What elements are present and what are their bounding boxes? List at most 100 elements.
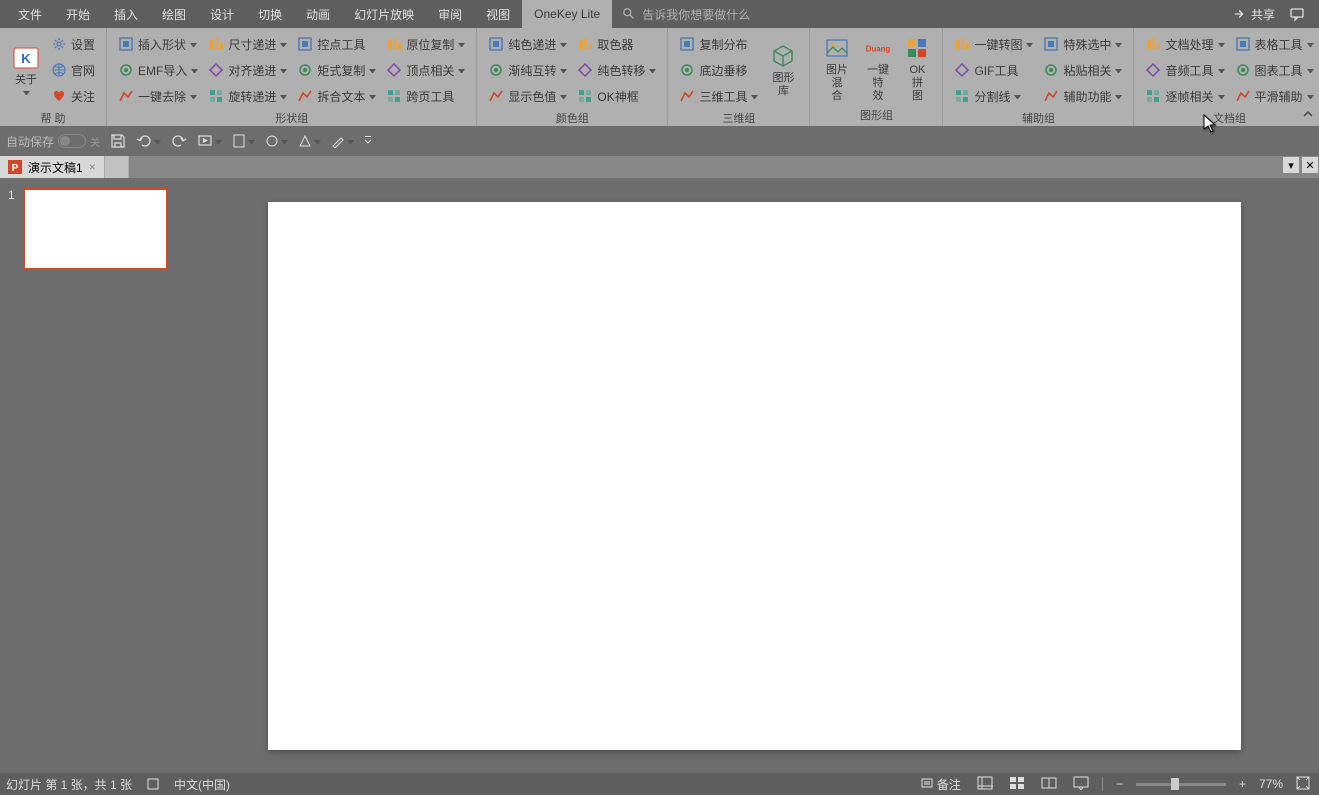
zoom-out-button[interactable]: − xyxy=(1113,777,1126,791)
tool-icon xyxy=(1043,88,1059,104)
tab-list-button[interactable]: ▾ xyxy=(1282,156,1300,174)
tool-icon xyxy=(386,36,402,52)
tool-icon xyxy=(297,88,313,104)
slider-thumb[interactable] xyxy=(1171,778,1179,790)
qat-tool-3[interactable] xyxy=(298,134,321,148)
ribbon-small-button[interactable]: 旋转递进 xyxy=(205,84,290,108)
ribbon-small-button[interactable]: 文档处理 xyxy=(1142,32,1227,56)
save-button[interactable] xyxy=(110,133,126,149)
ribbon-small-button[interactable]: 控点工具 xyxy=(294,32,379,56)
ribbon-small-button[interactable]: OK神框 xyxy=(574,84,659,108)
tab-transitions[interactable]: 切换 xyxy=(246,0,294,28)
autosave-toggle[interactable]: 自动保存 关 xyxy=(6,133,100,150)
tab-review[interactable]: 审阅 xyxy=(426,0,474,28)
from-beginning-button[interactable] xyxy=(197,133,222,149)
shape-lib-button[interactable]: 图形 库 xyxy=(763,32,803,108)
ribbon-small-button[interactable]: 分割线 xyxy=(951,84,1036,108)
ribbon-small-button[interactable]: 拆合文本 xyxy=(294,84,379,108)
ribbon-small-button[interactable]: GIF工具 xyxy=(951,58,1036,82)
doc-tab[interactable]: P 演示文稿1 × xyxy=(0,156,105,178)
tab-home[interactable]: 开始 xyxy=(54,0,102,28)
fit-window-button[interactable] xyxy=(1293,776,1313,793)
website-button[interactable]: 官网 xyxy=(48,58,98,82)
ribbon-small-button[interactable]: 图表工具 xyxy=(1232,58,1317,82)
ribbon-small-button[interactable]: 渐纯互转 xyxy=(485,58,570,82)
notes-button[interactable]: 备注 xyxy=(918,776,964,793)
ribbon-small-button[interactable]: 尺寸递进 xyxy=(205,32,290,56)
ok-logo-icon: K xyxy=(12,44,40,72)
ribbon-small-button[interactable]: 复制分布 xyxy=(676,32,761,56)
ribbon-small-button[interactable]: 顶点相关 xyxy=(383,58,468,82)
qat-tool-4[interactable] xyxy=(331,134,354,148)
zoom-slider[interactable] xyxy=(1136,783,1226,786)
ribbon-small-button[interactable]: 纯色转移 xyxy=(574,58,659,82)
chevron-down-icon xyxy=(1014,93,1021,100)
img-blend-button[interactable]: 图片混 合 xyxy=(816,32,857,105)
about-button[interactable]: K 关于 xyxy=(6,32,46,108)
qat-tool-1[interactable] xyxy=(232,134,255,148)
ribbon-small-button[interactable]: 粘贴相关 xyxy=(1040,58,1125,82)
ribbon-small-button[interactable]: 平滑辅助 xyxy=(1232,84,1317,108)
ribbon-small-button[interactable]: 跨页工具 xyxy=(383,84,468,108)
close-tab-button[interactable]: × xyxy=(89,160,96,174)
ribbon-small-button[interactable]: 一键去除 xyxy=(115,84,201,108)
one-key-fx-button[interactable]: Duang 一键特 效 xyxy=(857,32,898,105)
sorter-view-button[interactable] xyxy=(1006,776,1028,793)
tab-animations[interactable]: 动画 xyxy=(294,0,342,28)
tool-icon xyxy=(1145,62,1161,78)
collapse-ribbon-button[interactable] xyxy=(1303,109,1313,122)
ribbon-small-button[interactable]: 音频工具 xyxy=(1142,58,1227,82)
qat-customize[interactable] xyxy=(364,134,372,148)
thumbnail-item[interactable]: 1 xyxy=(8,188,182,270)
ribbon-small-button[interactable]: 三维工具 xyxy=(676,84,761,108)
normal-view-button[interactable] xyxy=(974,776,996,793)
ribbon-small-button[interactable]: 表格工具 xyxy=(1232,32,1317,56)
follow-button[interactable]: 关注 xyxy=(48,84,98,108)
language-indicator[interactable]: 中文(中国) xyxy=(174,776,230,793)
qat-tool-2[interactable] xyxy=(265,134,288,148)
tab-view[interactable]: 视图 xyxy=(474,0,522,28)
tab-slideshow[interactable]: 幻灯片放映 xyxy=(342,0,426,28)
ribbon-small-button[interactable]: 纯色递进 xyxy=(485,32,570,56)
slideshow-view-button[interactable] xyxy=(1070,776,1092,793)
slide[interactable] xyxy=(268,202,1241,750)
quick-access-toolbar: 自动保存 关 xyxy=(0,126,1319,156)
ribbon-small-button[interactable]: 辅助功能 xyxy=(1040,84,1125,108)
slide-canvas-area[interactable] xyxy=(190,178,1319,773)
ribbon-small-button[interactable]: 逐帧相关 xyxy=(1142,84,1227,108)
ribbon-small-button[interactable]: 取色器 xyxy=(574,32,659,56)
ribbon-small-button[interactable]: 矩式复制 xyxy=(294,58,379,82)
tool-icon xyxy=(488,88,504,104)
new-tab-button[interactable] xyxy=(105,156,129,178)
comments-icon[interactable] xyxy=(1289,6,1305,22)
tell-me-search[interactable]: 告诉我你想要做什么 xyxy=(622,6,750,23)
close-window-button[interactable]: ✕ xyxy=(1301,156,1319,174)
ribbon-small-button[interactable]: 特殊选中 xyxy=(1040,32,1125,56)
zoom-in-button[interactable]: + xyxy=(1236,777,1249,791)
tab-onekey-lite[interactable]: OneKey Lite xyxy=(522,0,612,28)
accessibility-icon[interactable] xyxy=(146,777,160,791)
tab-design[interactable]: 设计 xyxy=(198,0,246,28)
ribbon-small-button[interactable]: 底边垂移 xyxy=(676,58,761,82)
reading-view-button[interactable] xyxy=(1038,776,1060,793)
zoom-level[interactable]: 77% xyxy=(1259,777,1283,791)
ribbon-small-button[interactable]: EMF导入 xyxy=(115,58,201,82)
share-button[interactable]: 共享 xyxy=(1233,6,1275,23)
ribbon-small-button[interactable]: 插入形状 xyxy=(115,32,201,56)
settings-button[interactable]: 设置 xyxy=(48,32,98,56)
gear-icon xyxy=(51,36,67,52)
slide-thumbnails-panel: 1 xyxy=(0,178,190,773)
tool-icon xyxy=(208,36,224,52)
ribbon-small-button[interactable]: 对齐递进 xyxy=(205,58,290,82)
tab-draw[interactable]: 绘图 xyxy=(150,0,198,28)
ribbon-small-button[interactable]: 显示色值 xyxy=(485,84,570,108)
chevron-down-icon xyxy=(190,41,197,48)
redo-button[interactable] xyxy=(171,133,187,149)
tab-file[interactable]: 文件 xyxy=(6,0,54,28)
undo-button[interactable] xyxy=(136,133,161,149)
ok-merge-button[interactable]: OK拼 图 xyxy=(898,32,936,105)
ribbon-small-button[interactable]: 原位复制 xyxy=(383,32,468,56)
tab-insert[interactable]: 插入 xyxy=(102,0,150,28)
slide-counter[interactable]: 幻灯片 第 1 张，共 1 张 xyxy=(6,776,132,793)
ribbon-small-button[interactable]: 一键转图 xyxy=(951,32,1036,56)
